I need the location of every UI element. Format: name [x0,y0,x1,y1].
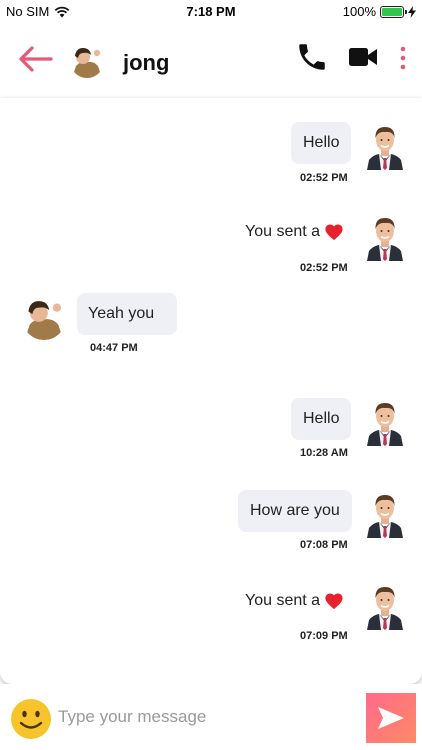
like-message: You sent a [245,581,344,621]
more-vertical-icon [400,46,406,70]
emoji-button[interactable] [10,698,52,740]
message-time: 02:52 PM [300,172,348,184]
more-options-button[interactable] [396,46,410,70]
send-icon [378,707,404,729]
message-bubble: Hello [291,122,352,164]
contact-avatar-image [70,44,104,78]
message-bubble: Hello [291,398,352,440]
sender-avatar [365,582,405,630]
message-row: Hello 10:28 AM [0,374,422,464]
message-row: You sent a 02:52 PM [0,188,422,278]
chat-header: jong [0,22,422,98]
heart-icon [325,593,343,610]
status-right: 100% [343,4,416,19]
message-time: 07:09 PM [300,630,348,642]
contact-name: jong [123,50,170,75]
battery-fill [382,7,402,16]
status-bar: No SIM 7:18 PM 100% [0,0,422,22]
back-arrow-icon [19,46,53,72]
contact-avatar[interactable] [70,44,104,78]
smiley-emoji-icon [11,699,51,739]
message-row: How are you 07:08 PM [0,466,422,556]
message-row: Hello 02:52 PM [0,98,422,188]
message-input-bar [0,684,422,750]
message-row: You sent a 07:09 PM [0,558,422,648]
send-button[interactable] [366,693,416,743]
message-row: Yeah you 04:47 PM [0,278,422,378]
contact-message-avatar [22,296,66,340]
like-message-text: You sent a [245,592,321,609]
video-camera-icon [349,48,377,66]
message-time: 04:47 PM [90,342,138,354]
chat-messages[interactable]: Hello 02:52 PM You sent a 02:52 PM Yeah … [0,98,422,684]
battery-percent: 100% [342,4,376,19]
back-button[interactable] [16,44,54,74]
video-call-button[interactable] [348,44,378,70]
charging-bolt-icon [408,5,416,18]
sender-avatar [365,122,405,170]
sender-avatar [365,398,405,446]
battery-icon [380,5,407,18]
sender-avatar [365,213,405,261]
sender-avatar [365,490,405,538]
phone-icon [299,44,325,70]
message-time: 07:08 PM [300,539,348,551]
message-bubble: How are you [238,490,352,532]
heart-icon [325,224,343,241]
message-time: 02:52 PM [300,262,348,274]
like-message-text: You sent a [245,223,321,240]
message-bubble: Yeah you [77,293,177,335]
message-time: 10:28 AM [300,447,348,459]
message-input[interactable] [58,698,354,736]
call-button[interactable] [295,40,329,74]
like-message: You sent a [245,212,344,252]
